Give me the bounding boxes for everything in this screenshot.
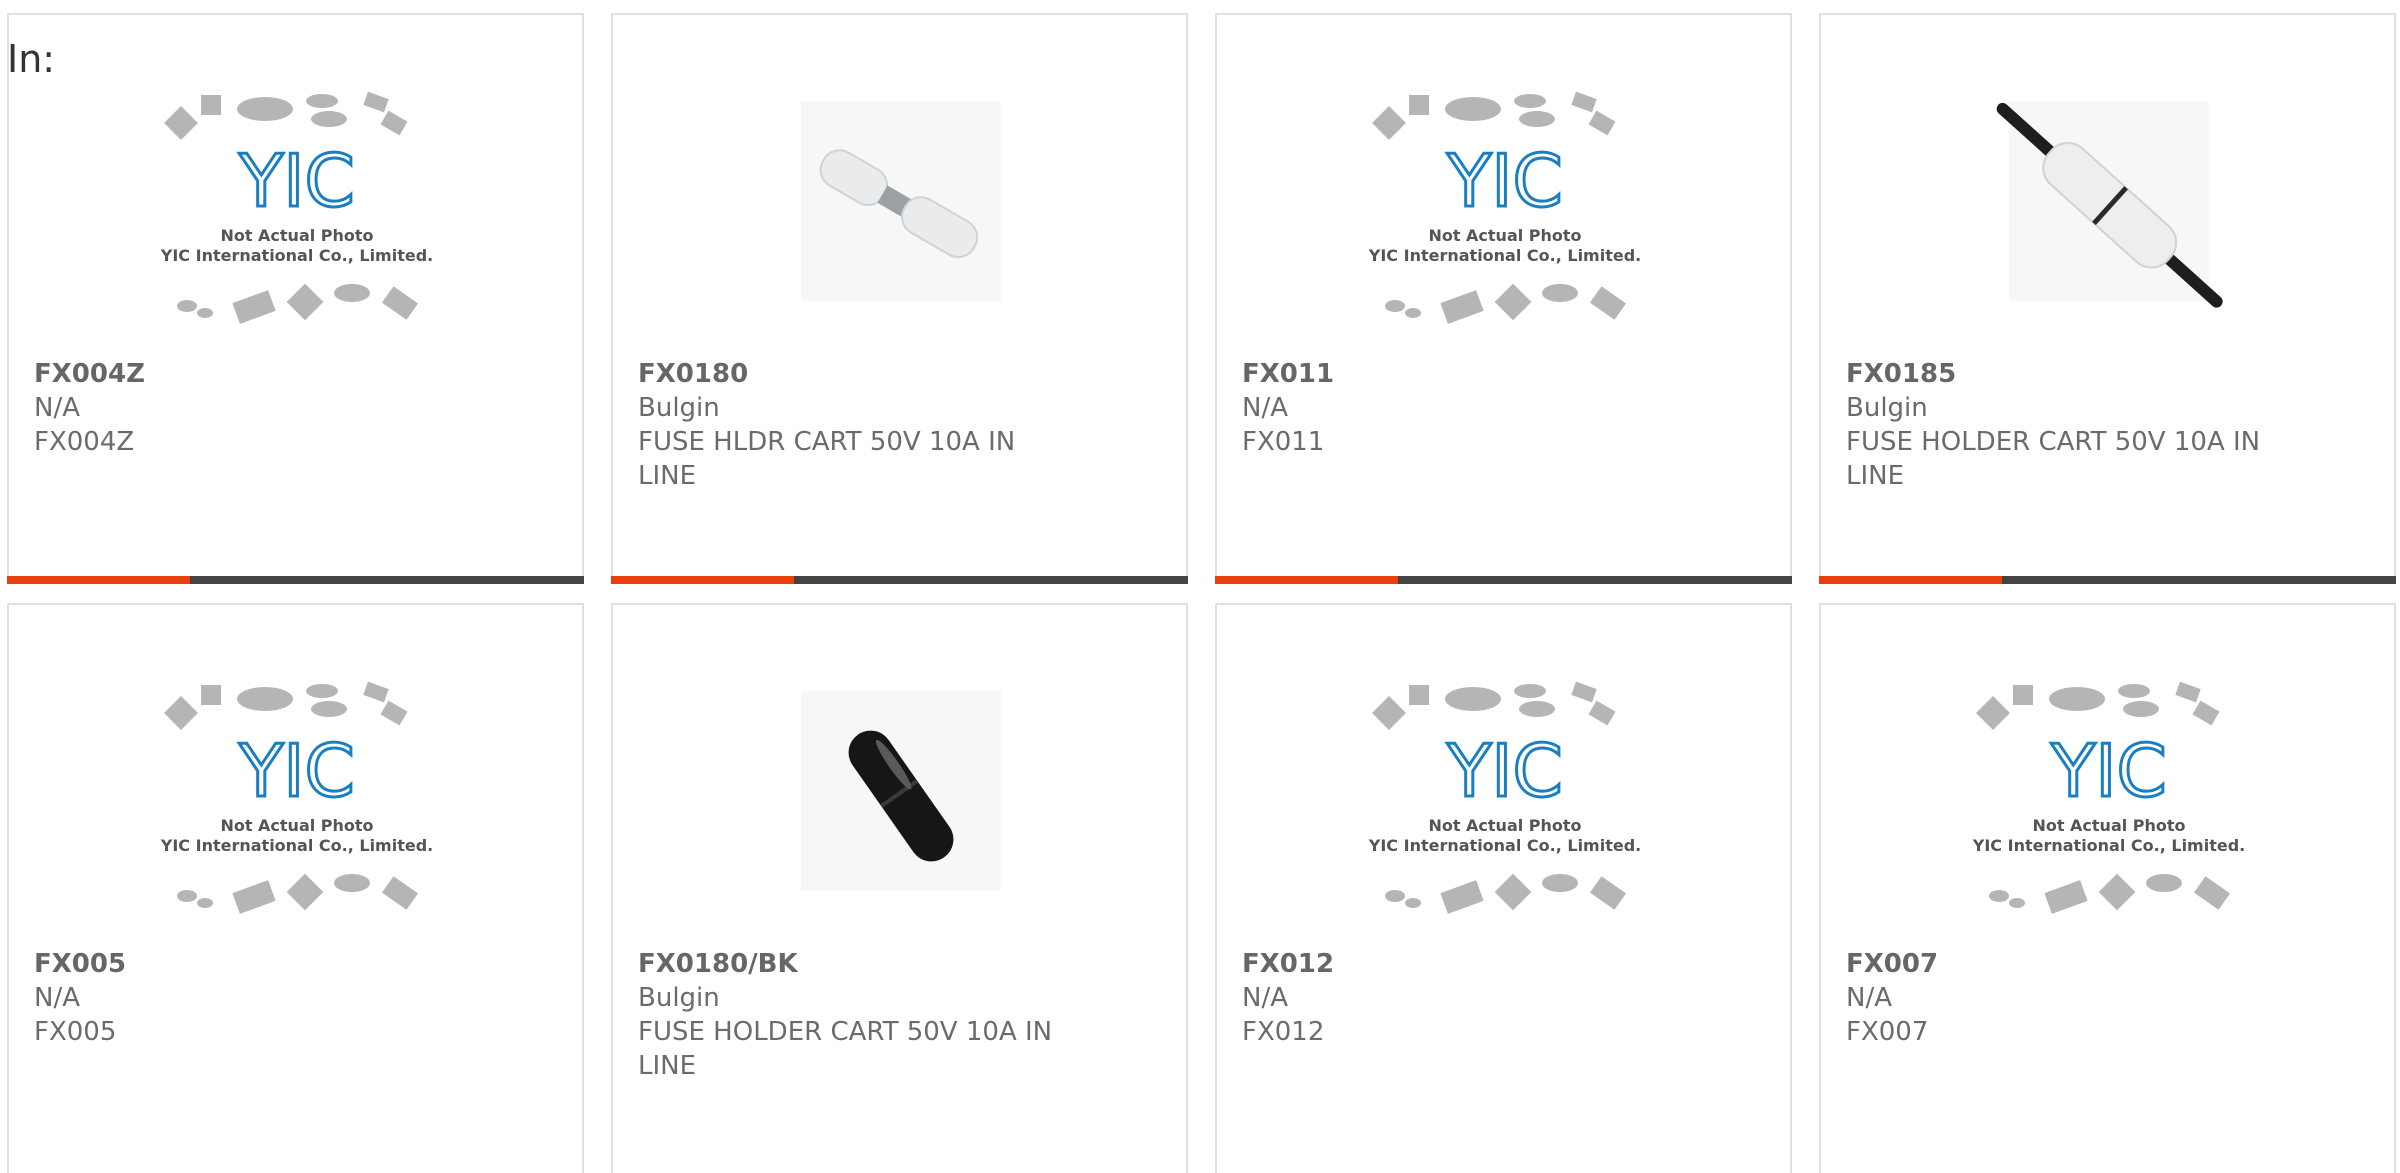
svg-text:YIC International Co., Limited: YIC International Co., Limited.: [160, 836, 433, 855]
part-number[interactable]: FX012: [1242, 947, 1672, 981]
svg-text:Not Actual Photo: Not Actual Photo: [2032, 816, 2185, 835]
svg-text:Not Actual Photo: Not Actual Photo: [1428, 226, 1581, 245]
product-info: FX011 N/A FX011: [1242, 357, 1672, 459]
product-info: FX007 N/A FX007: [1846, 947, 2276, 1049]
manufacturer: Bulgin: [638, 393, 720, 423]
manufacturer: Bulgin: [638, 983, 720, 1013]
prefix-label: In:: [7, 37, 56, 81]
product-info: FX0185 Bulgin FUSE HOLDER CART 50V 10A I…: [1846, 357, 2276, 493]
part-number[interactable]: FX007: [1846, 947, 2276, 981]
part-number[interactable]: FX0185: [1846, 357, 2276, 391]
card-accent-bar: [611, 576, 1188, 584]
description: FX011: [1242, 427, 1325, 457]
product-info: FX0180 Bulgin FUSE HLDR CART 50V 10A IN …: [638, 357, 1068, 493]
manufacturer: N/A: [34, 393, 80, 423]
placeholder-logo: YIC: [238, 139, 355, 223]
part-number[interactable]: FX011: [1242, 357, 1672, 391]
svg-text:YIC International Co., Limited: YIC International Co., Limited.: [1972, 836, 2245, 855]
svg-text:YIC International Co., Limited: YIC International Co., Limited.: [1368, 836, 1641, 855]
product-image-placeholder[interactable]: YIC Not Actual Photo YIC International C…: [1365, 671, 1645, 921]
description: FX007: [1846, 1017, 1929, 1047]
part-number[interactable]: FX0180/BK: [638, 947, 1068, 981]
description: FX012: [1242, 1017, 1325, 1047]
card-accent-bar: [1215, 576, 1792, 584]
product-info: FX004Z N/A FX004Z: [34, 357, 464, 459]
card-accent-bar: [1819, 576, 2396, 584]
chip-placeholder-icon: YIC Not Actual Photo YIC International C…: [1368, 681, 1641, 914]
svg-text:Not Actual Photo: Not Actual Photo: [1428, 816, 1581, 835]
product-card[interactable]: YIC Not Actual Photo YIC International C…: [1819, 603, 2396, 1173]
product-card[interactable]: FX0180/BK Bulgin FUSE HOLDER CART 50V 10…: [611, 603, 1188, 1173]
part-number[interactable]: FX005: [34, 947, 464, 981]
part-number[interactable]: FX0180: [638, 357, 1068, 391]
fuse-holder-icon: [801, 101, 1001, 301]
description: FUSE HOLDER CART 50V 10A IN LINE: [638, 1017, 1053, 1081]
product-card[interactable]: YIC Not Actual Photo YIC International C…: [1215, 13, 1792, 584]
product-card[interactable]: YIC Not Actual Photo YIC International C…: [1215, 603, 1792, 1173]
product-card[interactable]: YIC Not Actual Photo YIC International C…: [7, 603, 584, 1173]
product-grid: YIC Not Actual Photo YIC International C…: [0, 0, 2400, 1173]
product-info: FX012 N/A FX012: [1242, 947, 1672, 1049]
manufacturer: N/A: [1846, 983, 1892, 1013]
description: FUSE HOLDER CART 50V 10A IN LINE: [1846, 427, 2261, 491]
svg-text:YIC International Co., Limited: YIC International Co., Limited.: [1368, 246, 1641, 265]
product-image-placeholder[interactable]: YIC Not Actual Photo YIC International C…: [157, 671, 437, 921]
product-image[interactable]: [1969, 81, 2249, 331]
chip-placeholder-icon: YIC Not Actual Photo YIC International C…: [160, 91, 433, 324]
manufacturer: N/A: [1242, 393, 1288, 423]
svg-text:Not Actual Photo: Not Actual Photo: [220, 226, 373, 245]
placeholder-logo: YIC: [1446, 729, 1563, 813]
description: FUSE HLDR CART 50V 10A IN LINE: [638, 427, 1016, 491]
description: FX005: [34, 1017, 117, 1047]
svg-text:Not Actual Photo: Not Actual Photo: [220, 816, 373, 835]
chip-placeholder-icon: YIC Not Actual Photo YIC International C…: [1972, 681, 2245, 914]
black-fuse-holder-icon: [801, 691, 1001, 891]
product-image[interactable]: [761, 81, 1041, 331]
product-info: FX005 N/A FX005: [34, 947, 464, 1049]
manufacturer: N/A: [1242, 983, 1288, 1013]
chip-placeholder-icon: YIC Not Actual Photo YIC International C…: [1368, 91, 1641, 324]
svg-text:YIC International Co., Limited: YIC International Co., Limited.: [160, 246, 433, 265]
part-number[interactable]: FX004Z: [34, 357, 464, 391]
product-image[interactable]: [761, 671, 1041, 921]
product-image-placeholder[interactable]: YIC Not Actual Photo YIC International C…: [1969, 671, 2249, 921]
product-image-placeholder[interactable]: YIC Not Actual Photo YIC International C…: [1365, 81, 1645, 331]
product-info: FX0180/BK Bulgin FUSE HOLDER CART 50V 10…: [638, 947, 1068, 1083]
manufacturer: Bulgin: [1846, 393, 1928, 423]
product-card[interactable]: YIC Not Actual Photo YIC International C…: [7, 13, 584, 584]
manufacturer: N/A: [34, 983, 80, 1013]
description: FX004Z: [34, 427, 135, 457]
placeholder-logo: YIC: [2050, 729, 2167, 813]
placeholder-logo: YIC: [238, 729, 355, 813]
product-card[interactable]: FX0185 Bulgin FUSE HOLDER CART 50V 10A I…: [1819, 13, 2396, 584]
card-accent-bar: [7, 576, 584, 584]
chip-placeholder-icon: YIC Not Actual Photo YIC International C…: [160, 681, 433, 914]
product-image-placeholder[interactable]: YIC Not Actual Photo YIC International C…: [157, 81, 437, 331]
product-card[interactable]: FX0180 Bulgin FUSE HLDR CART 50V 10A IN …: [611, 13, 1188, 584]
placeholder-logo: YIC: [1446, 139, 1563, 223]
wired-fuse-holder-icon: [1996, 101, 2223, 308]
